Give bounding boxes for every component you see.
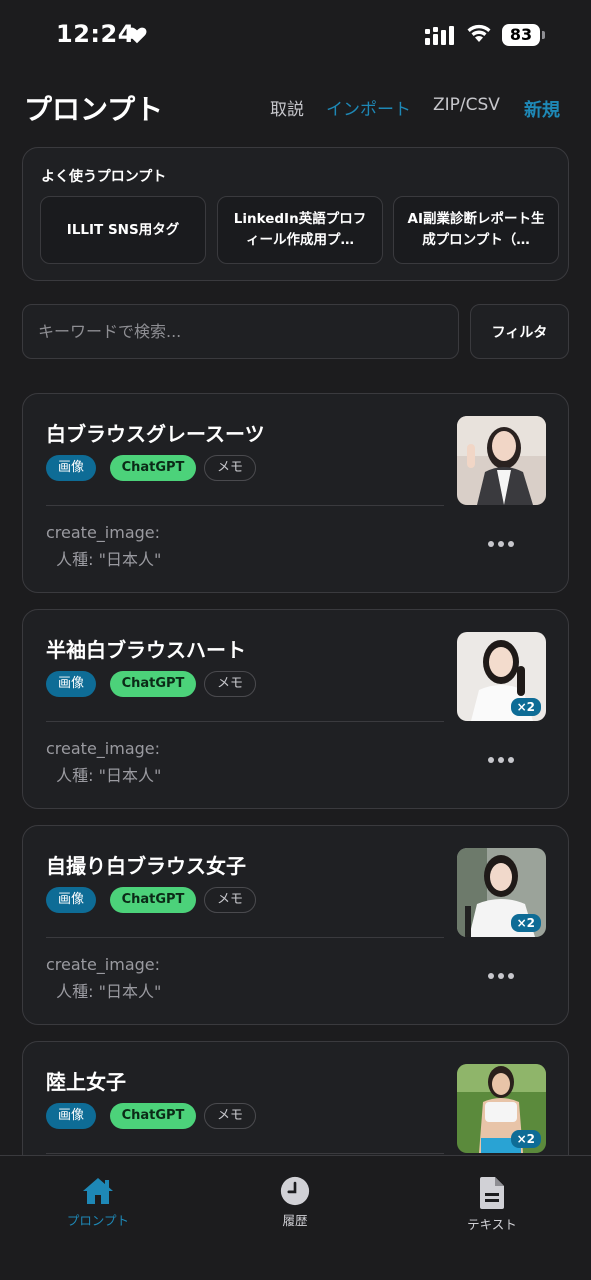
- import-link[interactable]: インポート: [326, 95, 411, 120]
- favorite-chip[interactable]: AI副業診断レポート生成プロンプト（…: [393, 196, 559, 264]
- wifi-icon: [467, 24, 491, 42]
- tab-text[interactable]: テキスト: [432, 1176, 552, 1233]
- card-title: 自撮り白ブラウス女子: [46, 854, 246, 878]
- favorite-chip[interactable]: ILLIT SNS用タグ: [40, 196, 206, 264]
- tab-history-label: 履歴: [282, 1213, 308, 1228]
- page-title: プロンプト: [24, 93, 164, 126]
- card-thumbnail[interactable]: ×2: [457, 1064, 546, 1153]
- card-body: create_image: 人種: "日本人": [46, 739, 162, 785]
- card-tags: 画像 ChatGPT メモ: [46, 455, 256, 481]
- tag-memo: メモ: [204, 1103, 256, 1129]
- card-body: create_image: 人種: "日本人": [46, 523, 162, 569]
- filter-button[interactable]: フィルタ: [470, 304, 569, 359]
- card-divider: [46, 937, 444, 938]
- prompt-card[interactable]: 半袖白ブラウスハート 画像 ChatGPT メモ create_image: 人…: [22, 609, 569, 809]
- tag-memo: メモ: [204, 887, 256, 913]
- clock-icon: [280, 1176, 310, 1206]
- tab-history[interactable]: 履歴: [235, 1176, 355, 1229]
- more-icon[interactable]: [485, 534, 517, 554]
- battery-level: 83: [502, 24, 540, 46]
- status-bar: 12:24 83: [0, 0, 591, 72]
- card-body: create_image: 人種: "日本人": [46, 955, 162, 1001]
- tag-image: 画像: [46, 455, 96, 481]
- favorite-chip[interactable]: LinkedIn英語プロフィール作成用プ…: [217, 196, 383, 264]
- battery-icon: 83: [502, 24, 546, 46]
- tag-chatgpt: ChatGPT: [110, 887, 196, 913]
- tab-prompt-label: プロンプト: [66, 1213, 130, 1228]
- image-count-badge: ×2: [510, 914, 541, 932]
- tag-image: 画像: [46, 671, 96, 697]
- tag-chatgpt: ChatGPT: [110, 1103, 196, 1129]
- tag-image: 画像: [46, 887, 96, 913]
- prompt-card[interactable]: 自撮り白ブラウス女子 画像 ChatGPT メモ create_image: 人…: [22, 825, 569, 1025]
- favorites-title: よく使うプロンプト: [41, 169, 167, 185]
- card-thumbnail[interactable]: [457, 416, 546, 505]
- new-button[interactable]: 新規: [524, 96, 560, 122]
- image-count-badge: ×2: [510, 698, 541, 716]
- card-thumbnail[interactable]: ×2: [457, 632, 546, 721]
- card-title: 半袖白ブラウスハート: [46, 638, 246, 662]
- document-icon: [480, 1177, 504, 1209]
- more-icon[interactable]: [485, 966, 517, 986]
- tag-memo: メモ: [204, 455, 256, 481]
- howto-link[interactable]: 取説: [270, 95, 304, 120]
- more-icon[interactable]: [485, 750, 517, 770]
- card-title: 白ブラウスグレースーツ: [46, 422, 265, 446]
- tag-image: 画像: [46, 1103, 96, 1129]
- search-input[interactable]: [22, 304, 459, 359]
- tag-chatgpt: ChatGPT: [110, 455, 196, 481]
- prompt-card[interactable]: 白ブラウスグレースーツ 画像 ChatGPT メモ create_image: …: [22, 393, 569, 593]
- tab-bar: プロンプト 履歴 テキスト: [0, 1155, 591, 1280]
- image-count-badge: ×2: [510, 1130, 541, 1148]
- tab-prompt[interactable]: プロンプト: [38, 1176, 158, 1229]
- tag-memo: メモ: [204, 671, 256, 697]
- status-time: 12:24: [56, 20, 135, 48]
- card-divider: [46, 505, 444, 506]
- card-tags: 画像 ChatGPT メモ: [46, 887, 256, 913]
- card-thumbnail[interactable]: ×2: [457, 848, 546, 937]
- heart-icon: [127, 27, 147, 44]
- home-icon: [83, 1178, 113, 1204]
- card-divider: [46, 721, 444, 722]
- card-divider: [46, 1153, 444, 1154]
- card-title: 陸上女子: [46, 1070, 126, 1094]
- signal-icon: [425, 26, 454, 45]
- tag-chatgpt: ChatGPT: [110, 671, 196, 697]
- zip-csv-link[interactable]: ZIP/CSV: [433, 95, 500, 115]
- card-tags: 画像 ChatGPT メモ: [46, 1103, 256, 1129]
- favorites-section: よく使うプロンプト ILLIT SNS用タグ LinkedIn英語プロフィール作…: [22, 147, 569, 281]
- tab-text-label: テキスト: [467, 1217, 517, 1232]
- card-tags: 画像 ChatGPT メモ: [46, 671, 256, 697]
